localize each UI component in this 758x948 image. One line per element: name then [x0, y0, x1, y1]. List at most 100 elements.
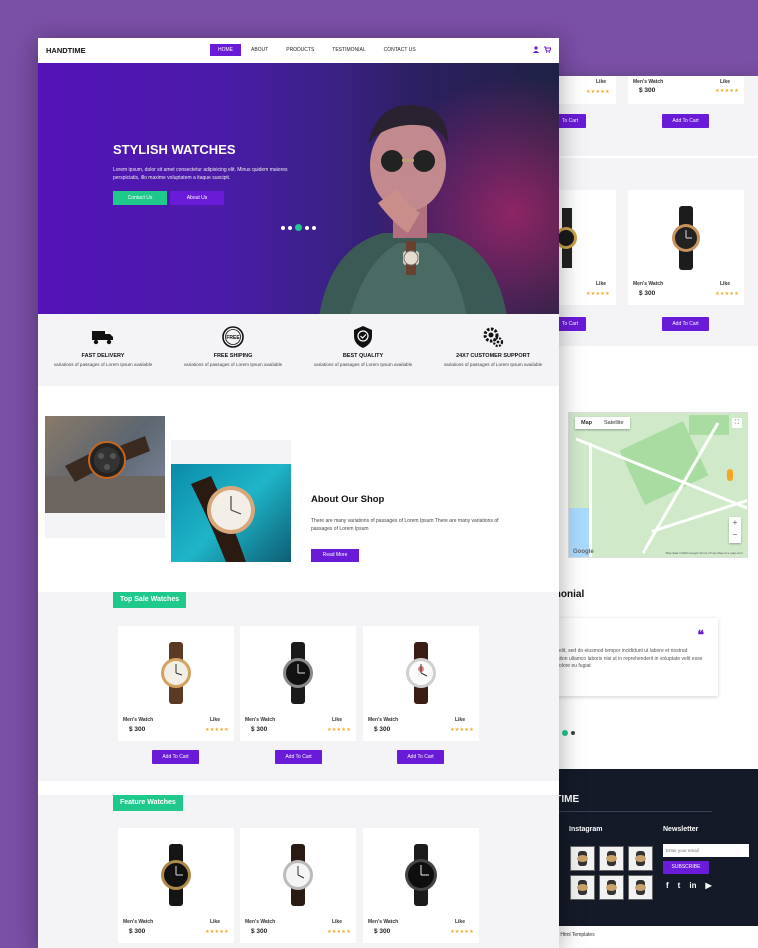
subscribe-button[interactable]: SUBSCRIBE: [663, 861, 709, 874]
user-icon[interactable]: [533, 46, 539, 53]
product-card: Men's Watch Like $ 300 ★★★★★: [628, 190, 744, 305]
product-card[interactable]: Men's Watch Like $ 300 ★★★★★: [118, 626, 234, 741]
instagram-thumb[interactable]: [599, 846, 624, 871]
carousel-dot-active[interactable]: [295, 224, 302, 231]
svg-text:FREE: FREE: [226, 335, 240, 341]
add-to-cart-button[interactable]: Add To Cart: [397, 750, 444, 764]
cart-icon[interactable]: [544, 46, 551, 53]
testimonial-pager: [562, 730, 575, 736]
like-label[interactable]: Like: [210, 717, 220, 723]
youtube-icon[interactable]: ▶: [705, 881, 711, 890]
like-label[interactable]: Like: [332, 919, 342, 925]
instagram-thumb[interactable]: [570, 875, 595, 900]
watch-image: [283, 844, 313, 906]
instagram-thumb[interactable]: [599, 875, 624, 900]
watch-image: [558, 208, 577, 268]
map-tab[interactable]: Map: [575, 417, 598, 429]
nav-about[interactable]: ABOUT: [243, 44, 276, 56]
instagram-thumb[interactable]: [570, 846, 595, 871]
brand-logo[interactable]: HANDTIME: [46, 46, 86, 55]
hero-carousel-dots: [281, 224, 316, 231]
about-section: About Our Shop There are many variations…: [38, 386, 559, 592]
feature-item: 24X7 CUSTOMER SUPPORT variations of pass…: [428, 326, 558, 367]
instagram-gallery: [570, 846, 653, 900]
add-to-cart-button[interactable]: Add To Cart: [275, 750, 322, 764]
satellite-tab[interactable]: Satellite: [598, 417, 630, 429]
truck-icon: [92, 326, 114, 348]
pager-dot[interactable]: [571, 731, 575, 735]
like-label[interactable]: Like: [455, 717, 465, 723]
zoom-in-icon[interactable]: +: [729, 517, 741, 529]
google-map[interactable]: Map Satellite ⛶ + − Google Map data ©2020…: [568, 412, 748, 558]
top-sale-section: Top Sale Watches Men's Watch Like $ 300 …: [38, 592, 559, 781]
facebook-icon[interactable]: f: [666, 881, 669, 890]
rating-stars: ★★★★★: [205, 929, 229, 935]
like-label[interactable]: Like: [210, 919, 220, 925]
like-label[interactable]: Like: [596, 79, 606, 85]
contact-us-button[interactable]: Contact Us: [113, 191, 167, 205]
product-card: Men's Watch Like $ 300 ★★★★★: [628, 76, 744, 104]
feature-item: BEST QUALITY variations of passages of L…: [298, 326, 428, 367]
carousel-dot[interactable]: [288, 225, 292, 230]
watch-image: [161, 642, 191, 704]
instagram-thumb[interactable]: [628, 875, 653, 900]
nav-home[interactable]: HOME: [210, 44, 241, 56]
product-card[interactable]: Men's Watch Like $ 300 ★★★★★: [240, 828, 356, 943]
hero-banner: STYLISH WATCHES Lorem ipsum, dolor sit a…: [38, 63, 559, 314]
feature-item: FAST DELIVERY variations of passages of …: [38, 326, 168, 367]
hero-text: Lorem ipsum, dolor sit amet consectetur …: [113, 167, 288, 181]
instagram-thumb[interactable]: [628, 846, 653, 871]
feature-desc: variations of passages of Lorem Ipsum av…: [443, 362, 543, 367]
like-label[interactable]: Like: [332, 717, 342, 723]
map-type-toggle[interactable]: Map Satellite: [575, 417, 630, 429]
watch-image: [283, 642, 313, 704]
feature-title: FAST DELIVERY: [81, 353, 125, 359]
map-attribution: Map data ©2020 Google Terms of Use Repor…: [665, 551, 743, 555]
like-label[interactable]: Like: [596, 281, 606, 287]
product-price: $ 300: [251, 726, 268, 733]
carousel-dot[interactable]: [305, 225, 309, 230]
product-name: Men's Watch: [245, 919, 276, 925]
nav-contact[interactable]: CONTACT US: [376, 44, 424, 56]
like-label[interactable]: Like: [720, 79, 730, 85]
product-price: $ 300: [129, 726, 146, 733]
zoom-out-icon[interactable]: −: [729, 529, 741, 541]
features-strip: FAST DELIVERY variations of passages of …: [38, 314, 559, 386]
fullscreen-icon[interactable]: ⛶: [732, 418, 742, 428]
read-more-button[interactable]: Read More: [311, 549, 359, 562]
nav-products[interactable]: PRODUCTS: [278, 44, 322, 56]
like-label[interactable]: Like: [455, 919, 465, 925]
linkedin-icon[interactable]: in: [689, 881, 696, 890]
product-name: Men's Watch: [123, 919, 154, 925]
about-title: About Our Shop: [311, 494, 385, 505]
nav-actions: [533, 46, 551, 53]
product-card[interactable]: Men's Watch Like $ 300 ★★★★★: [363, 828, 479, 943]
product-card[interactable]: Men's Watch Like $ 300 ★★★★★: [363, 626, 479, 741]
zoom-control[interactable]: + −: [729, 517, 741, 543]
carousel-dot[interactable]: [281, 225, 285, 230]
carousel-dot[interactable]: [312, 225, 316, 230]
product-name: Men's Watch: [368, 919, 399, 925]
rating-stars: ★★★★★: [450, 929, 474, 935]
product-card[interactable]: Men's Watch Like $ 300 ★★★★★: [240, 626, 356, 741]
add-to-cart-button[interactable]: Add To Cart: [662, 114, 709, 128]
newsletter-email-input[interactable]: [663, 844, 749, 857]
like-label[interactable]: Like: [720, 281, 730, 287]
twitter-icon[interactable]: t: [678, 881, 681, 890]
feature-desc: variations of passages of Lorem Ipsum av…: [183, 362, 283, 367]
add-to-cart-button[interactable]: Add To Cart: [662, 317, 709, 331]
add-to-cart-button[interactable]: Add To Cart: [152, 750, 199, 764]
about-us-button[interactable]: About Us: [170, 191, 224, 205]
back-product-row-2: Like ★★★★★ To Cart Men's Watch Like $ 30…: [532, 158, 758, 346]
testimonial-text: piscing elit, sed do eiusmod tempor inci…: [542, 648, 703, 669]
quality-shield-icon: [352, 326, 374, 348]
testimonial-card: ❝ piscing elit, sed do eiusmod tempor in…: [542, 618, 718, 696]
feature-title: BEST QUALITY: [342, 353, 384, 359]
watch-image: [406, 642, 436, 704]
about-image-1: [45, 416, 165, 513]
nav-testimonial[interactable]: TESTIMONIAL: [324, 44, 373, 56]
pager-dot[interactable]: [562, 730, 568, 736]
about-text: There are many variations of passages of…: [311, 518, 499, 532]
pegman-icon[interactable]: [727, 469, 733, 481]
product-card[interactable]: Men's Watch Like $ 300 ★★★★★: [118, 828, 234, 943]
